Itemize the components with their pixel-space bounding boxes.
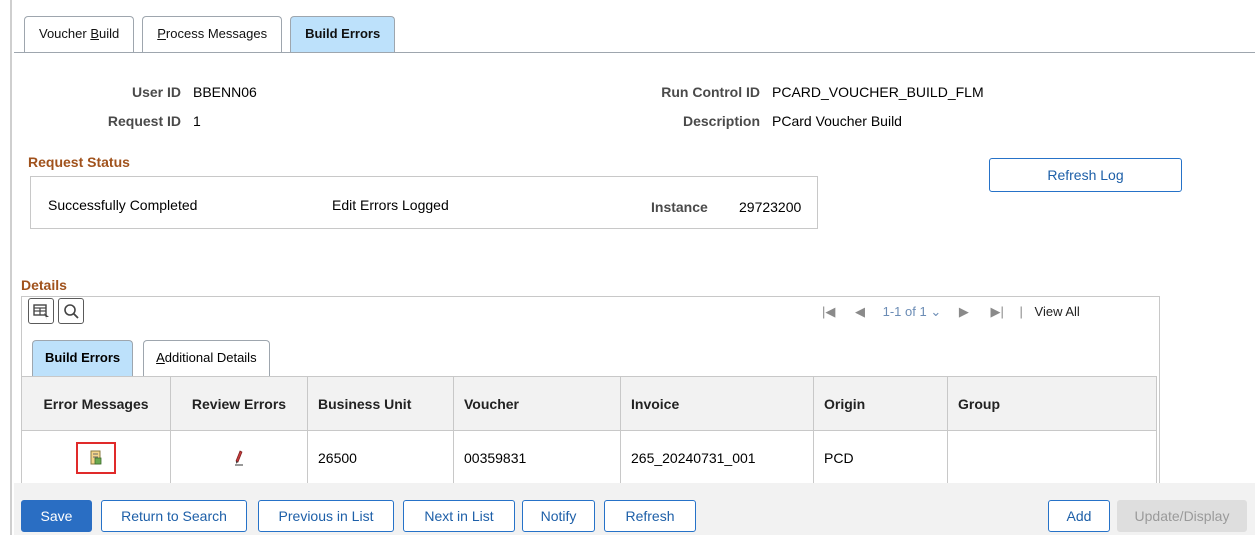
refresh-log-button[interactable]: Refresh Log: [989, 158, 1182, 192]
request-id-value: 1: [193, 113, 201, 129]
error-messages-icon[interactable]: [78, 444, 114, 472]
error-highlight-box: [76, 441, 116, 474]
request-id-field: Request ID 1: [60, 113, 201, 129]
subtab-additional-details[interactable]: Additional Details: [143, 340, 270, 376]
col-voucher: Voucher: [453, 376, 621, 431]
group-cell: [947, 430, 1157, 485]
grid-settings-icon: [33, 304, 49, 320]
description-value: PCard Voucher Build: [772, 113, 902, 129]
table-row: 26500 00359831 265_20240731_001 PCD: [21, 430, 1157, 485]
invoice-cell: 265_20240731_001: [620, 430, 814, 485]
error-messages-cell: [21, 430, 171, 485]
origin-cell: PCD: [813, 430, 948, 485]
subtab-additional-details-label: Additional Details: [156, 350, 257, 365]
last-page-icon[interactable]: ▶|: [991, 304, 1004, 319]
return-to-search-button[interactable]: Return to Search: [101, 500, 247, 532]
tab-build-errors[interactable]: Build Errors: [290, 16, 396, 52]
request-status-box: Successfully Completed Edit Errors Logge…: [30, 176, 818, 229]
run-control-field: Run Control ID PCARD_VOUCHER_BUILD_FLM: [600, 84, 984, 100]
tab-divider: [14, 52, 1255, 53]
col-invoice: Invoice: [620, 376, 814, 431]
build-errors-grid: Error Messages Review Errors Business Un…: [21, 376, 1157, 485]
col-review-errors: Review Errors: [170, 376, 308, 431]
personalize-grid-button[interactable]: [28, 298, 54, 324]
user-id-label: User ID: [131, 84, 181, 100]
col-business-unit: Business Unit: [307, 376, 454, 431]
instance-label: Instance: [651, 199, 708, 215]
col-group: Group: [947, 376, 1157, 431]
business-unit-cell: 26500: [307, 430, 454, 485]
tab-voucher-build-label: Voucher Build: [39, 26, 120, 41]
pencil-icon[interactable]: [229, 448, 249, 468]
save-button[interactable]: Save: [21, 500, 92, 532]
request-status-title: Request Status: [28, 154, 130, 170]
tab-process-messages[interactable]: Process Messages: [142, 16, 283, 52]
tab-voucher-build[interactable]: Voucher Build: [24, 16, 135, 52]
page-tabs: Voucher Build Process Messages Build Err…: [24, 16, 396, 52]
edit-status: Edit Errors Logged: [332, 197, 449, 213]
description-field: Description PCard Voucher Build: [600, 113, 902, 129]
voucher-cell: 00359831: [453, 430, 621, 485]
refresh-button[interactable]: Refresh: [604, 500, 696, 532]
subtab-build-errors[interactable]: Build Errors: [32, 340, 134, 376]
update-display-button[interactable]: Update/Display: [1117, 500, 1247, 532]
next-page-icon[interactable]: ▶: [959, 304, 969, 319]
chevron-down-icon: ⌄: [930, 304, 942, 319]
pager-divider: |: [1019, 304, 1023, 319]
subtab-build-errors-label: Build Errors: [45, 350, 121, 365]
first-page-icon[interactable]: |◀: [822, 304, 835, 319]
pager-range: 1-1 of 1: [882, 304, 927, 319]
run-control-label: Run Control ID: [661, 84, 760, 100]
notify-button[interactable]: Notify: [522, 500, 595, 532]
view-all-link[interactable]: View All: [1035, 304, 1080, 319]
details-subtabs: Build Errors Additional Details: [32, 340, 270, 376]
tab-process-messages-label: Process Messages: [157, 26, 268, 41]
previous-in-list-button[interactable]: Previous in List: [258, 500, 394, 532]
run-status: Successfully Completed: [48, 197, 198, 213]
pager-range-select[interactable]: 1-1 of 1 ⌄: [883, 304, 942, 319]
request-id-label: Request ID: [107, 113, 181, 129]
grid-pager: |◀ ◀ 1-1 of 1 ⌄ ▶ ▶| | View All: [822, 304, 1080, 320]
search-icon: [64, 304, 79, 319]
next-in-list-button[interactable]: Next in List: [403, 500, 515, 532]
tab-build-errors-label: Build Errors: [305, 26, 381, 41]
add-button[interactable]: Add: [1048, 500, 1110, 532]
previous-page-icon[interactable]: ◀: [855, 304, 865, 319]
col-origin: Origin: [813, 376, 948, 431]
run-control-value: PCARD_VOUCHER_BUILD_FLM: [772, 84, 984, 100]
instance-value: 29723200: [739, 199, 802, 215]
grid-header-row: Error Messages Review Errors Business Un…: [21, 376, 1157, 431]
description-label: Description: [682, 113, 760, 129]
user-id-value: BBENN06: [193, 84, 257, 100]
details-title: Details: [21, 277, 67, 293]
find-button[interactable]: [58, 298, 84, 324]
user-id-field: User ID BBENN06: [60, 84, 257, 100]
col-error-messages: Error Messages: [21, 376, 171, 431]
review-errors-cell: [170, 430, 308, 485]
